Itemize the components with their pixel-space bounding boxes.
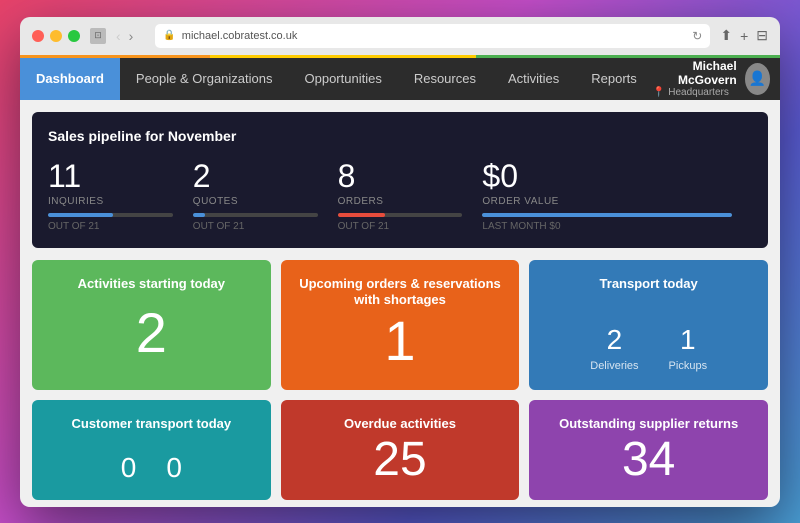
customer-transport-sub-1: 0 xyxy=(166,452,182,484)
card-customer-transport[interactable]: Customer transport today 0 0 xyxy=(32,400,271,500)
customer-transport-sub: 0 0 xyxy=(48,452,255,484)
card-activities-today[interactable]: Activities starting today 2 xyxy=(32,260,271,390)
browser-window: ⊡ ‹ › 🔒 michael.cobratest.co.uk ↻ ⬆ + ⊟ … xyxy=(20,17,780,507)
order-value-progress-bar xyxy=(482,213,732,217)
deliveries-item: 2 Deliveries xyxy=(590,324,638,374)
card-outstanding-supplier[interactable]: Outstanding supplier returns 34 xyxy=(529,400,768,500)
close-button[interactable] xyxy=(32,30,44,42)
order-value-label: ORDER VALUE xyxy=(482,196,732,207)
customer-transport-sub-0: 0 xyxy=(121,452,137,484)
upcoming-orders-number: 1 xyxy=(384,313,415,369)
deliveries-number: 2 xyxy=(590,324,638,356)
user-location: 📍 Headquarters xyxy=(653,87,737,98)
location-icon: 📍 xyxy=(653,87,665,98)
lock-icon: 🔒 xyxy=(163,30,175,41)
forward-arrow[interactable]: › xyxy=(127,28,136,44)
pipeline-card: Sales pipeline for November 11 INQUIRIES… xyxy=(32,112,768,248)
nav-item-opportunities[interactable]: Opportunities xyxy=(289,58,398,100)
user-name: Michael McGovern xyxy=(653,59,737,87)
pickups-label: Pickups xyxy=(669,360,708,372)
quotes-label: QUOTES xyxy=(193,196,318,207)
card-upcoming-orders[interactable]: Upcoming orders & reservations with shor… xyxy=(281,260,520,390)
quotes-progress-bar xyxy=(193,213,318,217)
stat-inquiries: 11 INQUIRIES OUT OF 21 xyxy=(48,160,193,232)
orders-progress-bar xyxy=(338,213,463,217)
outstanding-supplier-title: Outstanding supplier returns xyxy=(559,416,738,433)
customer-transport-title: Customer transport today xyxy=(72,416,232,433)
pipeline-stats: 11 INQUIRIES OUT OF 21 2 QUOTES OUT OF 2… xyxy=(48,160,752,232)
titlebar: ⊡ ‹ › 🔒 michael.cobratest.co.uk ↻ ⬆ + ⊟ xyxy=(20,17,780,55)
content-area: Sales pipeline for November 11 INQUIRIES… xyxy=(20,100,780,507)
bottom-grid: Customer transport today 0 0 Overdue act… xyxy=(32,400,768,500)
minimize-button[interactable] xyxy=(50,30,62,42)
inquiries-fill xyxy=(48,213,113,217)
navbar: Dashboard People & Organizations Opportu… xyxy=(20,58,780,100)
orders-label: ORDERS xyxy=(338,196,463,207)
tab-icon[interactable]: ⊡ xyxy=(90,28,106,44)
deliveries-label: Deliveries xyxy=(590,360,638,372)
stat-order-value: $0 ORDER VALUE LAST MONTH $0 xyxy=(482,160,752,232)
order-value-number: $0 xyxy=(482,160,732,192)
stat-quotes: 2 QUOTES OUT OF 21 xyxy=(193,160,338,232)
pickups-number: 1 xyxy=(669,324,708,356)
sidebar-icon[interactable]: ⊟ xyxy=(756,27,768,44)
orders-number: 8 xyxy=(338,160,463,192)
avatar[interactable]: 👤 xyxy=(745,63,770,95)
quotes-fill xyxy=(193,213,205,217)
overdue-activities-title: Overdue activities xyxy=(344,416,456,433)
card-overdue-activities[interactable]: Overdue activities 25 xyxy=(281,400,520,500)
stat-orders: 8 ORDERS OUT OF 21 xyxy=(338,160,483,232)
inquiries-label: INQUIRIES xyxy=(48,196,173,207)
address-bar[interactable]: 🔒 michael.cobratest.co.uk ↻ xyxy=(155,24,710,48)
order-value-fill xyxy=(482,213,732,217)
fullscreen-button[interactable] xyxy=(68,30,80,42)
orders-fill xyxy=(338,213,385,217)
reload-icon[interactable]: ↻ xyxy=(692,29,702,43)
url-text: michael.cobratest.co.uk xyxy=(182,30,298,42)
outstanding-supplier-number: 34 xyxy=(622,436,675,484)
upcoming-orders-title: Upcoming orders & reservations with shor… xyxy=(297,276,504,310)
transport-sub-items: 2 Deliveries 1 Pickups xyxy=(545,324,752,374)
pickups-item: 1 Pickups xyxy=(669,324,708,374)
nav-arrows: ‹ › xyxy=(114,28,135,44)
order-value-sub: LAST MONTH $0 xyxy=(482,221,732,232)
pipeline-title: Sales pipeline for November xyxy=(48,128,752,144)
inquiries-number: 11 xyxy=(48,160,173,192)
new-tab-icon[interactable]: + xyxy=(740,28,748,44)
nav-item-reports[interactable]: Reports xyxy=(575,58,653,100)
share-icon[interactable]: ⬆ xyxy=(720,27,732,44)
dashboard-grid: Activities starting today 2 Upcoming ord… xyxy=(32,260,768,390)
inquiries-progress-bar xyxy=(48,213,173,217)
user-info: Michael McGovern 📍 Headquarters 👤 xyxy=(653,58,780,100)
back-arrow[interactable]: ‹ xyxy=(114,28,123,44)
activities-today-number: 2 xyxy=(136,305,167,361)
quotes-number: 2 xyxy=(193,160,318,192)
toolbar-right: ⬆ + ⊟ xyxy=(720,27,768,44)
inquiries-sub: OUT OF 21 xyxy=(48,221,173,232)
traffic-lights xyxy=(32,30,80,42)
customer-transport-num-1: 0 xyxy=(166,452,182,484)
nav-item-people-orgs[interactable]: People & Organizations xyxy=(120,58,289,100)
orders-sub: OUT OF 21 xyxy=(338,221,463,232)
customer-transport-num-0: 0 xyxy=(121,452,137,484)
nav-item-dashboard[interactable]: Dashboard xyxy=(20,58,120,100)
activities-today-title: Activities starting today xyxy=(78,276,225,293)
transport-today-title: Transport today xyxy=(600,276,698,293)
nav-item-activities[interactable]: Activities xyxy=(492,58,575,100)
overdue-activities-number: 25 xyxy=(373,436,426,484)
card-transport-today[interactable]: Transport today 2 Deliveries 1 Pickups xyxy=(529,260,768,390)
nav-item-resources[interactable]: Resources xyxy=(398,58,492,100)
quotes-sub: OUT OF 21 xyxy=(193,221,318,232)
window-controls: ⊡ xyxy=(90,28,106,44)
